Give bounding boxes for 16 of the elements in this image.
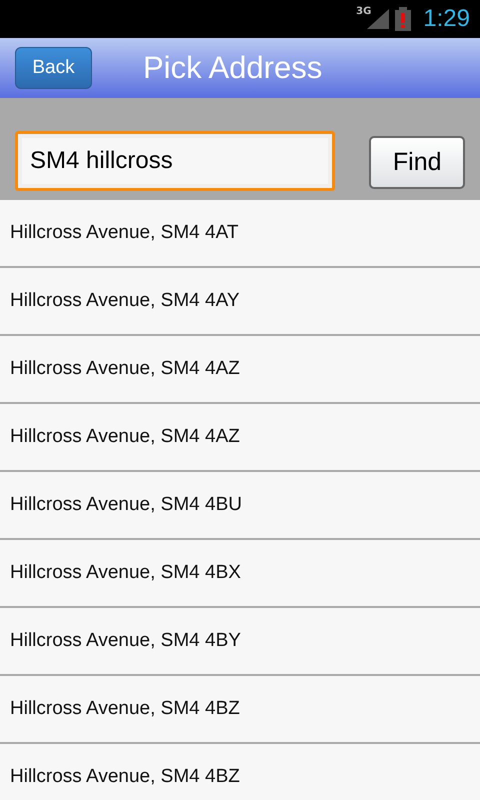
address-item[interactable]: Hillcross Avenue, SM4 4AZ	[0, 404, 480, 472]
address-item[interactable]: Hillcross Avenue, SM4 4AT	[0, 200, 480, 268]
back-button[interactable]: Back	[15, 47, 92, 89]
battery-alert-icon	[395, 7, 412, 31]
address-item[interactable]: Hillcross Avenue, SM4 4AZ	[0, 336, 480, 404]
find-button[interactable]: Find	[369, 136, 465, 188]
clock: 1:29	[423, 5, 470, 33]
search-field[interactable]: SM4 hillcross	[15, 131, 336, 191]
address-item[interactable]: Hillcross Avenue, SM4 4BY	[0, 608, 480, 676]
network-type: 3G	[356, 6, 372, 17]
address-item[interactable]: Hillcross Avenue, SM4 4BZ	[0, 744, 480, 800]
address-item[interactable]: Hillcross Avenue, SM4 4BZ	[0, 676, 480, 744]
page-title: Pick Address	[143, 50, 322, 86]
address-item[interactable]: Hillcross Avenue, SM4 4BU	[0, 472, 480, 540]
address-item[interactable]: Hillcross Avenue, SM4 4AY	[0, 268, 480, 336]
address-item[interactable]: Hillcross Avenue, SM4 4BX	[0, 540, 480, 608]
